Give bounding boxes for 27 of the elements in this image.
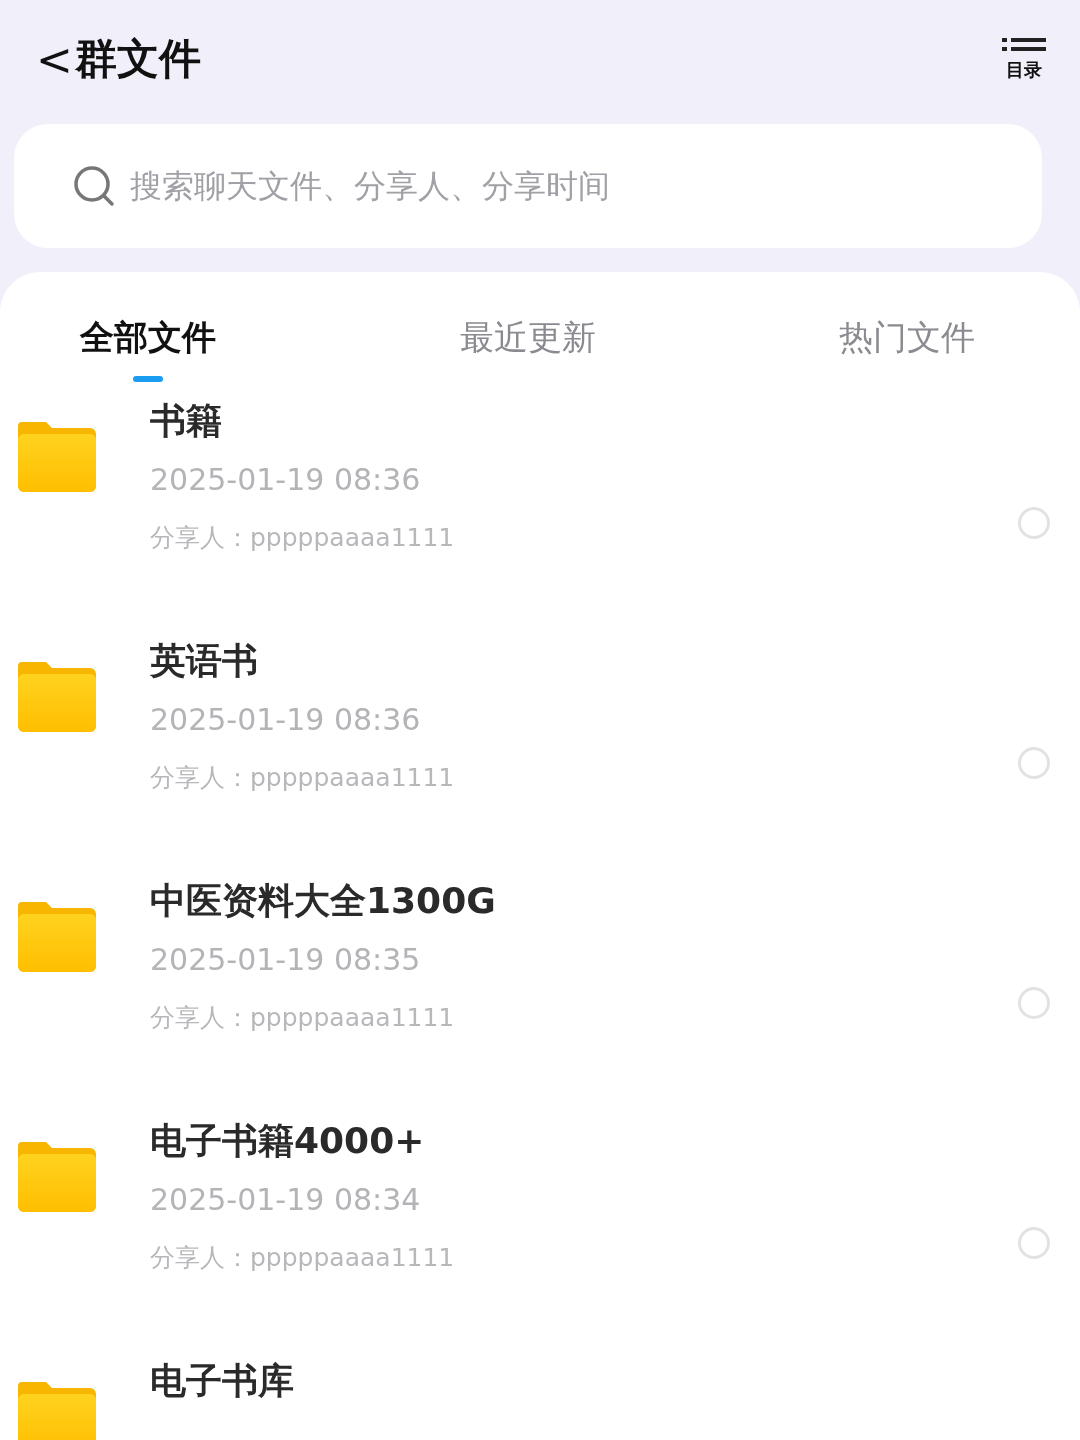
file-name: 英语书: [150, 642, 258, 680]
select-radio[interactable]: [1018, 747, 1050, 779]
file-name: 电子书库: [150, 1362, 294, 1400]
sharer-text: 分享人：pppppaaaa1111: [150, 522, 455, 554]
search-field[interactable]: 搜索聊天文件、分享人、分享时间: [14, 124, 1042, 248]
tab[interactable]: 全部文件: [80, 312, 216, 382]
page-title: 群文件: [74, 33, 202, 85]
back-button[interactable]: <: [36, 33, 73, 85]
sharer-text: 分享人：pppppaaaa1111: [150, 1002, 455, 1034]
file-time: 2025-01-19 08:34: [150, 1181, 421, 1219]
file-name: 电子书籍4000+: [150, 1122, 425, 1160]
file-name: 书籍: [150, 402, 222, 440]
folder-icon: [18, 1382, 96, 1440]
file-time: 2025-01-19 08:36: [150, 701, 421, 739]
sharer-text: 分享人：pppppaaaa1111: [150, 762, 455, 794]
sharer-text: 分享人：pppppaaaa1111: [150, 1242, 455, 1274]
folder-icon: [18, 662, 96, 734]
folder-icon: [18, 422, 96, 494]
select-radio[interactable]: [1018, 507, 1050, 539]
file-time: 2025-01-19 08:36: [150, 461, 421, 499]
file-name: 中医资料大全1300G: [150, 882, 496, 920]
select-radio[interactable]: [1018, 1227, 1050, 1259]
select-radio[interactable]: [1018, 987, 1050, 1019]
folder-icon: [18, 902, 96, 974]
directory-button[interactable]: 目录: [1000, 36, 1048, 82]
folder-icon: [18, 1142, 96, 1214]
file-time: 2025-01-19 08:35: [150, 941, 421, 979]
